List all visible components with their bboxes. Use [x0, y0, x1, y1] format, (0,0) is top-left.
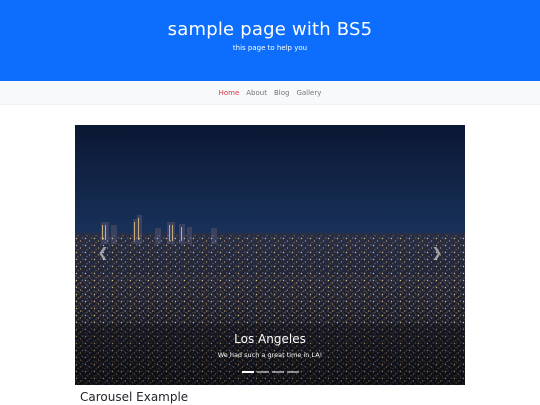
- carousel-prev-button[interactable]: ❮: [93, 243, 113, 263]
- chevron-left-icon: ❮: [97, 245, 109, 261]
- nav-link-gallery[interactable]: Gallery: [296, 89, 321, 97]
- carousel-indicator[interactable]: [271, 371, 284, 373]
- page-header: sample page with BS5 this page to help y…: [0, 0, 540, 81]
- nav-link-home[interactable]: Home: [219, 89, 240, 97]
- carousel-indicator[interactable]: [241, 371, 254, 373]
- caption-text: We had such a great time in LA!: [217, 351, 323, 359]
- page-subtitle: this page to help you: [232, 44, 308, 52]
- carousel-indicators: [75, 371, 465, 373]
- image-carousel: ❮ ❯ Los Angeles We had such a great time…: [75, 125, 465, 385]
- caption-title: Los Angeles: [234, 332, 306, 346]
- chevron-right-icon: ❯: [431, 245, 443, 261]
- section-heading: Carousel Example: [80, 390, 189, 404]
- carousel-next-button[interactable]: ❯: [427, 243, 447, 263]
- carousel-indicator[interactable]: [286, 371, 299, 373]
- nav-link-blog[interactable]: Blog: [274, 89, 289, 97]
- nav-link-about[interactable]: About: [246, 89, 267, 97]
- page-title: sample page with BS5: [167, 19, 373, 40]
- carousel-caption: Los Angeles We had such a great time in …: [75, 332, 465, 359]
- carousel-indicator[interactable]: [256, 371, 269, 373]
- main-nav: Home About Blog Gallery: [0, 81, 540, 105]
